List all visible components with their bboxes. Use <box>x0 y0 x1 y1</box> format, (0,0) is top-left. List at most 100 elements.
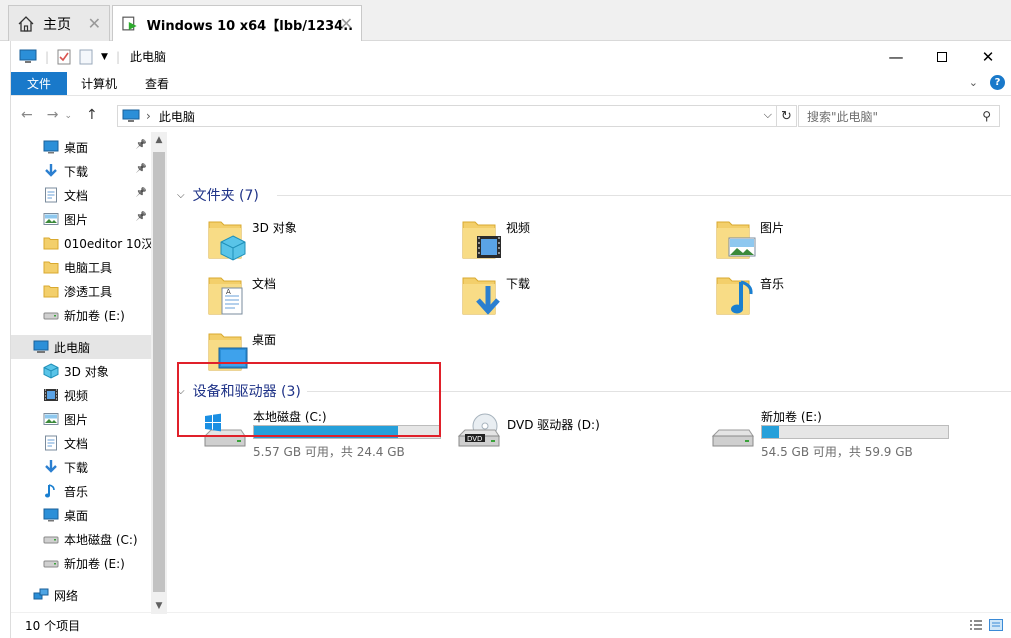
music-icon <box>43 483 59 499</box>
download-icon <box>43 163 59 179</box>
sidebar-item[interactable]: 下载 <box>11 455 151 479</box>
folder-name: 文档 <box>252 277 277 291</box>
sidebar-item-label: 文档 <box>64 436 89 451</box>
sidebar-item[interactable]: 渗透工具 <box>11 279 151 303</box>
customize-toolbar-icon[interactable]: ▼ <box>101 52 108 62</box>
pin-icon[interactable]: 📌 <box>136 140 147 150</box>
dvd-drive-icon: DVD <box>455 412 501 452</box>
folder-name: 音乐 <box>760 277 785 291</box>
tab-file[interactable]: 文件 <box>11 72 67 95</box>
sidebar-item[interactable]: 本地磁盘 (C:) <box>11 527 151 551</box>
sidebar-item[interactable]: 视频 <box>11 383 151 407</box>
refresh-icon: ↻ <box>781 108 792 124</box>
breadcrumb-chevron-icon[interactable]: › <box>146 109 151 123</box>
folder-item[interactable]: 视频 <box>461 216 701 268</box>
svg-text:A: A <box>226 288 231 296</box>
maximize-button[interactable] <box>919 41 965 72</box>
minimize-button[interactable]: — <box>873 41 919 72</box>
pin-icon[interactable]: 📌 <box>136 188 147 198</box>
3d-objects-icon <box>207 216 247 261</box>
sidebar-item[interactable]: 网络 <box>11 583 151 607</box>
address-bar[interactable]: › 此电脑 ⌵ <box>117 105 777 127</box>
vm-running-icon <box>122 16 137 31</box>
forward-icon[interactable]: → <box>47 107 59 123</box>
search-icon: ⚲ <box>982 109 991 123</box>
sidebar-item[interactable]: 图片 📌 <box>11 207 151 231</box>
folder-item[interactable]: 3D 对象 <box>207 216 447 268</box>
breadcrumb-this-pc[interactable]: 此电脑 <box>159 108 195 125</box>
sidebar-item[interactable]: 电脑工具 <box>11 255 151 279</box>
3d-objects-icon <box>43 363 59 379</box>
vm-tab-windows10[interactable]: Windows 10 x64【lbb/1234... ✕ <box>112 5 362 42</box>
folder-item[interactable]: 下载 <box>461 272 701 324</box>
file-explorer-window: | ▼ | 此电脑 — ✕ 文件 计算机 查看 ⌄ ? ← → ⌄ ↑ › 此电… <box>11 41 1011 638</box>
search-input[interactable]: 搜索"此电脑" ⚲ <box>798 105 1000 127</box>
sidebar-item[interactable]: 3D 对象 <box>11 359 151 383</box>
computer-icon <box>122 109 140 122</box>
sidebar-item-label: 视频 <box>64 388 89 403</box>
nav-scrollbar[interactable]: ▲ ▼ <box>151 132 167 614</box>
computer-icon <box>33 339 49 355</box>
tab-view[interactable]: 查看 <box>131 72 183 95</box>
sidebar-item[interactable]: 音乐 <box>11 479 151 503</box>
up-icon[interactable]: ↑ <box>86 107 98 123</box>
minimize-icon: — <box>888 47 904 66</box>
home-icon <box>18 15 34 32</box>
close-icon: ✕ <box>981 47 995 66</box>
large-icons-view-icon[interactable] <box>989 619 1003 631</box>
computer-icon <box>19 49 37 63</box>
host-window-edge <box>0 41 11 638</box>
sidebar-item-label: 本地磁盘 (C:) <box>64 532 138 547</box>
drive-free-space: 54.5 GB 可用，共 59.9 GB <box>761 445 913 459</box>
sidebar-item[interactable]: 010editor 10汉 <box>11 231 151 255</box>
pictures-icon <box>715 216 756 260</box>
refresh-button[interactable]: ↻ <box>777 105 797 127</box>
sidebar-item[interactable]: 下载 📌 <box>11 159 151 183</box>
address-history-dropdown-icon[interactable]: ⌵ <box>764 108 772 122</box>
scrollbar-thumb[interactable] <box>153 152 165 592</box>
pictures-icon <box>43 211 59 227</box>
group-header-folders[interactable]: ⌵ 文件夹 (7) <box>177 185 1011 205</box>
sidebar-item[interactable]: 桌面 📌 <box>11 135 151 159</box>
sidebar-item-label: 电脑工具 <box>64 260 113 275</box>
sidebar-item[interactable]: 文档 📌 <box>11 183 151 207</box>
close-icon[interactable]: ✕ <box>340 14 353 33</box>
folder-item[interactable]: A 文档 <box>207 272 447 324</box>
sidebar-item[interactable]: 文档 <box>11 431 151 455</box>
vm-tab-home[interactable]: 主页 ✕ <box>8 5 110 41</box>
folder-item[interactable]: 图片 <box>715 216 955 268</box>
drive-icon <box>43 531 59 547</box>
close-button[interactable]: ✕ <box>965 41 1011 72</box>
sidebar-item[interactable]: 新加卷 (E:) <box>11 551 151 575</box>
item-count: 10 个项目 <box>25 619 81 633</box>
details-view-icon[interactable] <box>969 619 983 631</box>
drive-icon <box>709 412 755 452</box>
sidebar-item[interactable]: 图片 <box>11 407 151 431</box>
title-bar: | ▼ | 此电脑 — ✕ <box>11 41 1011 72</box>
scroll-down-icon[interactable]: ▼ <box>151 601 167 611</box>
drive-usage-bar <box>761 425 949 439</box>
svg-text:DVD: DVD <box>467 435 482 443</box>
tab-computer[interactable]: 计算机 <box>67 72 131 95</box>
pin-icon[interactable]: 📌 <box>136 164 147 174</box>
folder-item[interactable]: 音乐 <box>715 272 955 324</box>
sidebar-item[interactable]: 桌面 <box>11 503 151 527</box>
back-icon[interactable]: ← <box>21 107 33 123</box>
drive-item[interactable]: DVD DVD 驱动器 (D:) <box>455 408 705 476</box>
properties-icon[interactable] <box>57 49 71 65</box>
drive-item[interactable]: 新加卷 (E:) 54.5 GB 可用，共 59.9 GB <box>709 408 959 476</box>
sidebar-item[interactable]: 新加卷 (E:) <box>11 303 151 327</box>
sidebar-item-label: 桌面 <box>64 508 89 523</box>
download-icon <box>43 459 59 475</box>
scroll-up-icon[interactable]: ▲ <box>151 135 167 145</box>
expand-ribbon-icon[interactable]: ⌄ <box>969 76 978 89</box>
drive-free-space: 5.57 GB 可用，共 24.4 GB <box>253 445 405 459</box>
recent-locations-icon[interactable]: ⌄ <box>64 111 72 123</box>
document-icon: A <box>207 272 247 316</box>
help-icon[interactable]: ? <box>990 75 1005 90</box>
close-icon[interactable]: ✕ <box>88 14 101 33</box>
pin-icon[interactable]: 📌 <box>136 212 147 222</box>
sidebar-item-label: 下载 <box>64 460 89 475</box>
new-folder-icon[interactable] <box>79 49 93 65</box>
sidebar-item[interactable]: 此电脑 <box>11 335 151 359</box>
